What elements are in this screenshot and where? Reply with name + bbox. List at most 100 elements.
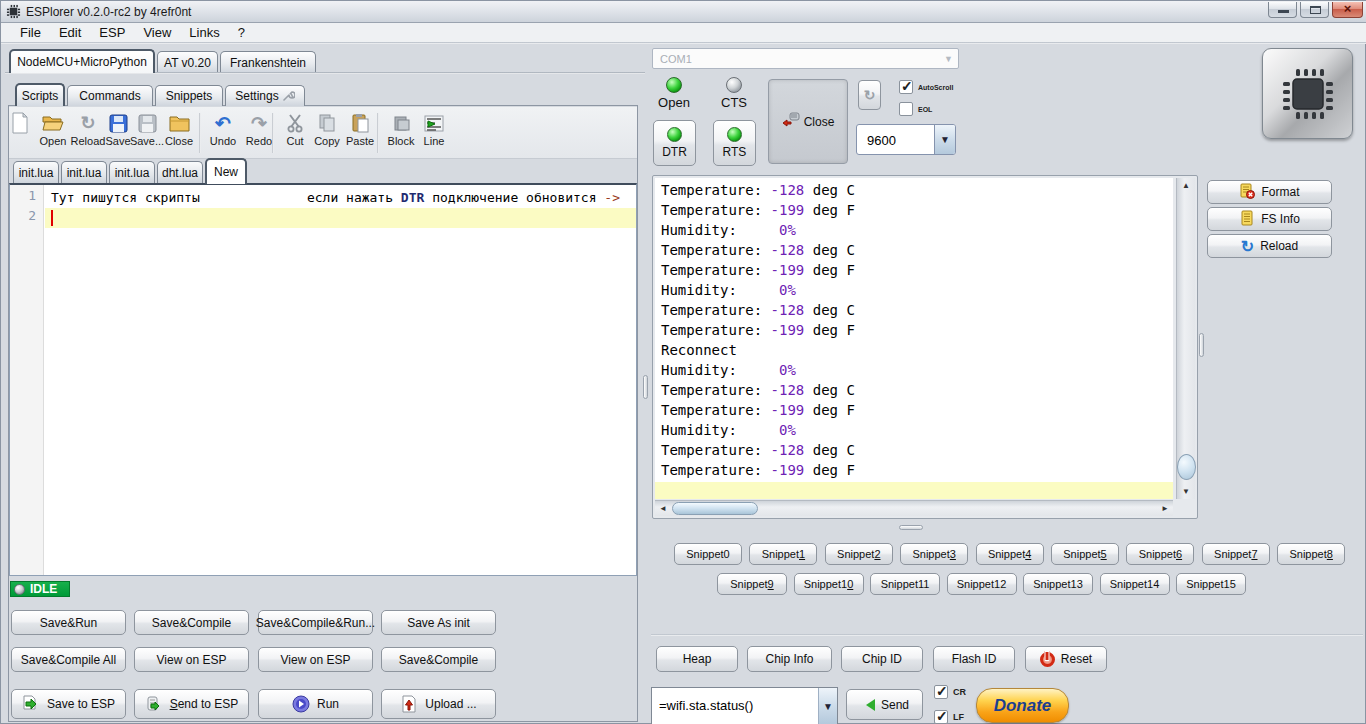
chip-id-button[interactable]: Chip ID (841, 646, 923, 672)
snippet-button-8[interactable]: Snippet8 (1277, 543, 1345, 565)
close-port-button[interactable]: Close (768, 79, 848, 164)
snippets-splitter-handle[interactable] (899, 525, 923, 530)
chip-logo-button[interactable] (1262, 48, 1353, 139)
flash-id-button[interactable]: Flash ID (933, 646, 1015, 672)
scroll-left-icon[interactable]: ◄ (655, 501, 671, 516)
menu-view[interactable]: View (134, 25, 180, 40)
snippet-button-10[interactable]: Snippet10 (794, 573, 864, 595)
scrollbar-thumb[interactable] (1177, 454, 1196, 480)
upload-button[interactable]: Upload ... (381, 689, 496, 719)
donate-button[interactable]: Donate (976, 688, 1069, 723)
send-button[interactable]: Send (846, 689, 923, 720)
save-compile-run-button[interactable]: Save&Compile&Run... (258, 610, 373, 635)
paste-button[interactable]: Paste (340, 112, 380, 147)
heap-button[interactable]: Heap (656, 646, 738, 672)
tab-nodemcu-micropython[interactable]: NodeMCU+MicroPython (9, 49, 155, 73)
autoscroll-checkbox[interactable] (899, 80, 913, 94)
terminal-splitter-handle[interactable] (1199, 333, 1204, 357)
snippet-button-2[interactable]: Snippet2 (825, 543, 893, 565)
cr-checkbox[interactable] (934, 685, 948, 699)
tab-settings[interactable]: Settings (225, 85, 305, 106)
scrollbar-thumb[interactable] (672, 502, 758, 515)
line-button[interactable]: Line (414, 112, 454, 147)
tab-frankenshtein[interactable]: Frankenshtein (220, 51, 316, 73)
open-toggle[interactable]: Open (652, 77, 696, 110)
menu-file[interactable]: File (11, 25, 50, 40)
save-compile-button-2[interactable]: Save&Compile (381, 647, 496, 672)
scroll-down-icon[interactable]: ▼ (1178, 484, 1194, 499)
snippet-button-12[interactable]: Snippet12 (947, 573, 1017, 595)
snippet-button-3[interactable]: Snippet3 (900, 543, 968, 565)
menu-help[interactable]: ? (229, 25, 254, 40)
save-to-esp-button[interactable]: Save to ESP (11, 689, 126, 719)
open-button[interactable]: Open (33, 112, 73, 147)
save-run-button[interactable]: Save&Run (11, 610, 126, 635)
autoscroll-option[interactable]: AutoScroll (899, 80, 953, 94)
snippet-button-15[interactable]: Snippet15 (1176, 573, 1246, 595)
menu-links[interactable]: Links (180, 25, 228, 40)
snippet-button-13[interactable]: Snippet13 (1023, 573, 1093, 595)
fs-info-button[interactable]: FS Info (1207, 207, 1332, 231)
view-on-esp-button-2[interactable]: View on ESP (258, 647, 373, 672)
file-tab-init-lua-2[interactable]: init.lua (61, 161, 107, 184)
command-input[interactable]: =wifi.sta.status() ▼ (651, 687, 838, 724)
close-button[interactable]: × (1332, 2, 1363, 18)
rts-button[interactable]: RTS (713, 120, 756, 166)
title-bar: ESPlorer v0.2.0-rc2 by 4refr0nt × (1, 1, 1366, 23)
maximize-button[interactable] (1300, 2, 1329, 18)
scroll-up-icon[interactable]: ▲ (1178, 178, 1194, 193)
refresh-ports-button[interactable]: ↻ (858, 80, 881, 110)
terminal-line: Temperature: -128 deg C (661, 180, 855, 200)
code-editor[interactable]: 1 2 Тут пишутся скрипты если нажать DTR … (9, 183, 637, 576)
format-button[interactable]: Format (1207, 180, 1332, 204)
new-file-button[interactable] (7, 112, 33, 134)
chip-info-button[interactable]: Chip Info (747, 646, 832, 672)
undo-button[interactable]: ↶ Undo (204, 112, 242, 147)
reload-fs-button[interactable]: ↻ Reload (1207, 234, 1332, 258)
file-tab-dht-lua[interactable]: dht.lua (157, 161, 203, 184)
save-compile-all-button[interactable]: Save&Compile All (11, 647, 126, 672)
snippet-button-6[interactable]: Snippet6 (1126, 543, 1194, 565)
menu-esp[interactable]: ESP (90, 25, 134, 40)
lf-option[interactable]: LF (934, 710, 964, 724)
tab-snippets[interactable]: Snippets (155, 85, 223, 106)
save-compile-button[interactable]: Save&Compile (134, 610, 249, 635)
tab-commands[interactable]: Commands (67, 85, 153, 106)
send-to-esp-button[interactable]: Send to ESP (134, 689, 249, 719)
snippet-button-9[interactable]: Snippet9 (717, 573, 787, 595)
minimize-button[interactable] (1268, 2, 1297, 18)
com-port-select[interactable]: COM1 ▼ (652, 48, 959, 69)
snippet-button-1[interactable]: Snippet1 (749, 543, 817, 565)
snippet-button-5[interactable]: Snippet5 (1051, 543, 1119, 565)
terminal-horizontal-scrollbar[interactable]: ◄ ► (655, 500, 1173, 516)
chevron-down-icon[interactable]: ▼ (818, 688, 837, 724)
terminal-line: Humidity: 0% (661, 360, 796, 380)
reset-button[interactable]: Reset (1025, 646, 1107, 672)
panel-splitter-handle[interactable] (643, 375, 648, 399)
file-tab-init-lua-1[interactable]: init.lua (13, 161, 59, 184)
view-on-esp-button-1[interactable]: View on ESP (134, 647, 249, 672)
file-tab-init-lua-3[interactable]: init.lua (109, 161, 155, 184)
eol-checkbox[interactable] (899, 102, 913, 116)
tab-at-v020[interactable]: AT v0.20 (157, 51, 218, 73)
eol-option[interactable]: EOL (899, 102, 932, 116)
snippet-button-4[interactable]: Snippet4 (976, 543, 1044, 565)
scroll-right-icon[interactable]: ► (1157, 501, 1173, 516)
close-file-button[interactable]: Close (159, 112, 199, 147)
run-button[interactable]: Run (258, 689, 373, 719)
cr-option[interactable]: CR (934, 685, 966, 699)
save-as-init-button[interactable]: Save As init (381, 610, 496, 635)
file-tab-new[interactable]: New (205, 158, 247, 184)
tab-scripts[interactable]: Scripts (15, 83, 65, 106)
terminal-output[interactable]: Temperature: -128 deg CTemperature: -199… (655, 178, 1173, 499)
baud-rate-select[interactable]: 9600 ▼ (856, 124, 956, 155)
dtr-button[interactable]: DTR (653, 120, 696, 166)
menu-edit[interactable]: Edit (50, 25, 90, 40)
snippet-button-0[interactable]: Snippet0 (674, 543, 742, 565)
editor-line-1-text: Тут пишутся скрипты (51, 188, 200, 208)
terminal-vertical-scrollbar[interactable]: ▲ ▼ (1176, 178, 1195, 499)
snippet-button-7[interactable]: Snippet7 (1202, 543, 1270, 565)
snippet-button-11[interactable]: Snippet11 (870, 573, 940, 595)
lf-checkbox[interactable] (934, 710, 948, 724)
snippet-button-14[interactable]: Snippet14 (1100, 573, 1170, 595)
